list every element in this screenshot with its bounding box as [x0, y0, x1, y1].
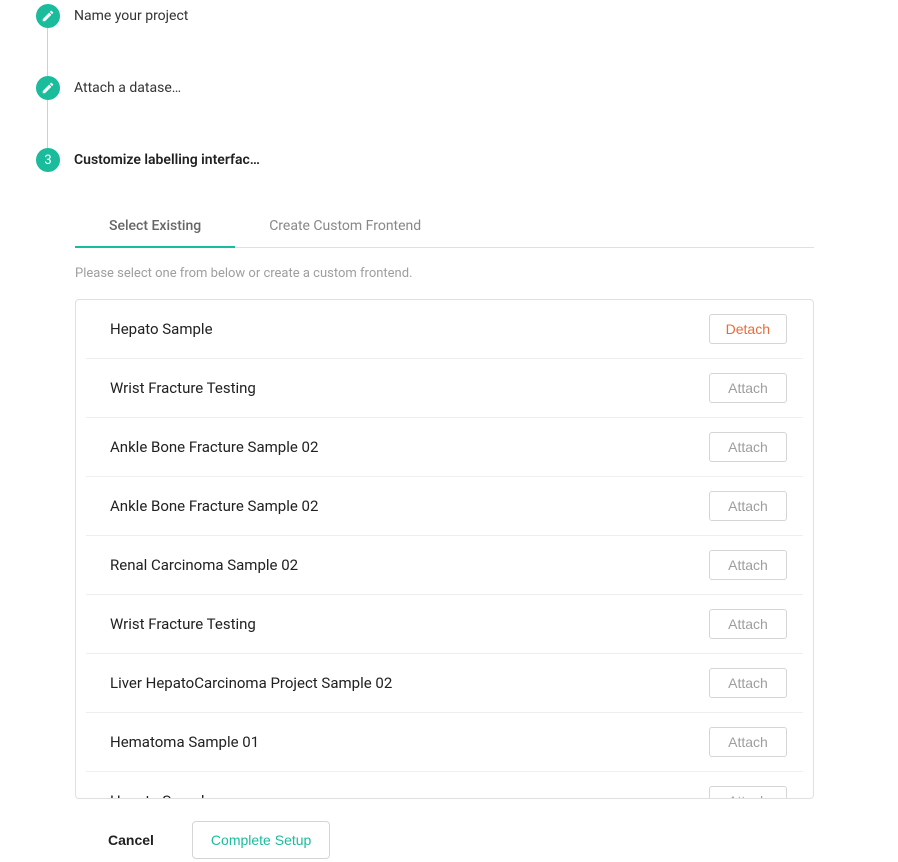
list-item-name: Hepato Sample: [110, 320, 213, 338]
attach-button[interactable]: Attach: [709, 432, 787, 462]
list-item: Wrist Fracture Testing Attach: [86, 595, 803, 654]
wizard-steps: Name your project Attach a datase… 3 Cus…: [0, 0, 898, 172]
frontend-list: Hepato Sample Detach Wrist Fracture Testin…: [75, 299, 814, 799]
attach-button[interactable]: Attach: [709, 373, 787, 403]
step-content: Select Existing Create Custom Frontend P…: [75, 206, 814, 859]
detach-button[interactable]: Detach: [709, 314, 787, 344]
list-item-name: Ankle Bone Fracture Sample 02: [110, 438, 318, 456]
step-2[interactable]: Attach a datase…: [36, 76, 898, 100]
step-connector: [47, 28, 48, 76]
list-item-name: Hepato Sample: [110, 792, 213, 798]
attach-button[interactable]: Attach: [709, 609, 787, 639]
step-label: Customize labelling interfac…: [74, 152, 260, 168]
list-item: Ankle Bone Fracture Sample 02 Attach: [86, 418, 803, 477]
attach-button[interactable]: Attach: [709, 668, 787, 698]
step-connector: [47, 100, 48, 148]
list-item: Wrist Fracture Testing Attach: [86, 359, 803, 418]
attach-button[interactable]: Attach: [709, 727, 787, 757]
tab-select-existing[interactable]: Select Existing: [75, 206, 235, 248]
list-item-name: Wrist Fracture Testing: [110, 615, 256, 633]
cancel-button[interactable]: Cancel: [108, 832, 154, 848]
tab-bar: Select Existing Create Custom Frontend: [75, 206, 814, 248]
list-item-name: Wrist Fracture Testing: [110, 379, 256, 397]
list-item: Renal Carcinoma Sample 02 Attach: [86, 536, 803, 595]
tab-create-custom[interactable]: Create Custom Frontend: [235, 206, 455, 247]
step-label: Name your project: [74, 8, 188, 24]
hint-text: Please select one from below or create a…: [75, 266, 814, 281]
footer-actions: Cancel Complete Setup: [108, 821, 814, 859]
list-item: Hepato Sample Detach: [86, 300, 803, 359]
list-item-name: Ankle Bone Fracture Sample 02: [110, 497, 318, 515]
list-item: Hematoma Sample 01 Attach: [86, 713, 803, 772]
attach-button[interactable]: Attach: [709, 550, 787, 580]
step-label: Attach a datase…: [74, 80, 181, 96]
list-item: Liver HepatoCarcinoma Project Sample 02 A…: [86, 654, 803, 713]
attach-button[interactable]: Attach: [709, 491, 787, 521]
attach-button[interactable]: Attach: [709, 786, 787, 798]
complete-setup-button[interactable]: Complete Setup: [192, 821, 330, 859]
step-3[interactable]: 3 Customize labelling interfac…: [36, 148, 898, 172]
list-item-name: Liver HepatoCarcinoma Project Sample 02: [110, 674, 392, 692]
list-item: Hepato Sample Attach: [86, 772, 803, 798]
pencil-icon: [36, 76, 60, 100]
list-item: Ankle Bone Fracture Sample 02 Attach: [86, 477, 803, 536]
frontend-list-scroll[interactable]: Hepato Sample Detach Wrist Fracture Testin…: [76, 300, 813, 798]
step-1[interactable]: Name your project: [36, 4, 898, 28]
pencil-icon: [36, 4, 60, 28]
list-item-name: Hematoma Sample 01: [110, 733, 259, 751]
step-number-icon: 3: [36, 148, 60, 172]
list-item-name: Renal Carcinoma Sample 02: [110, 556, 298, 574]
